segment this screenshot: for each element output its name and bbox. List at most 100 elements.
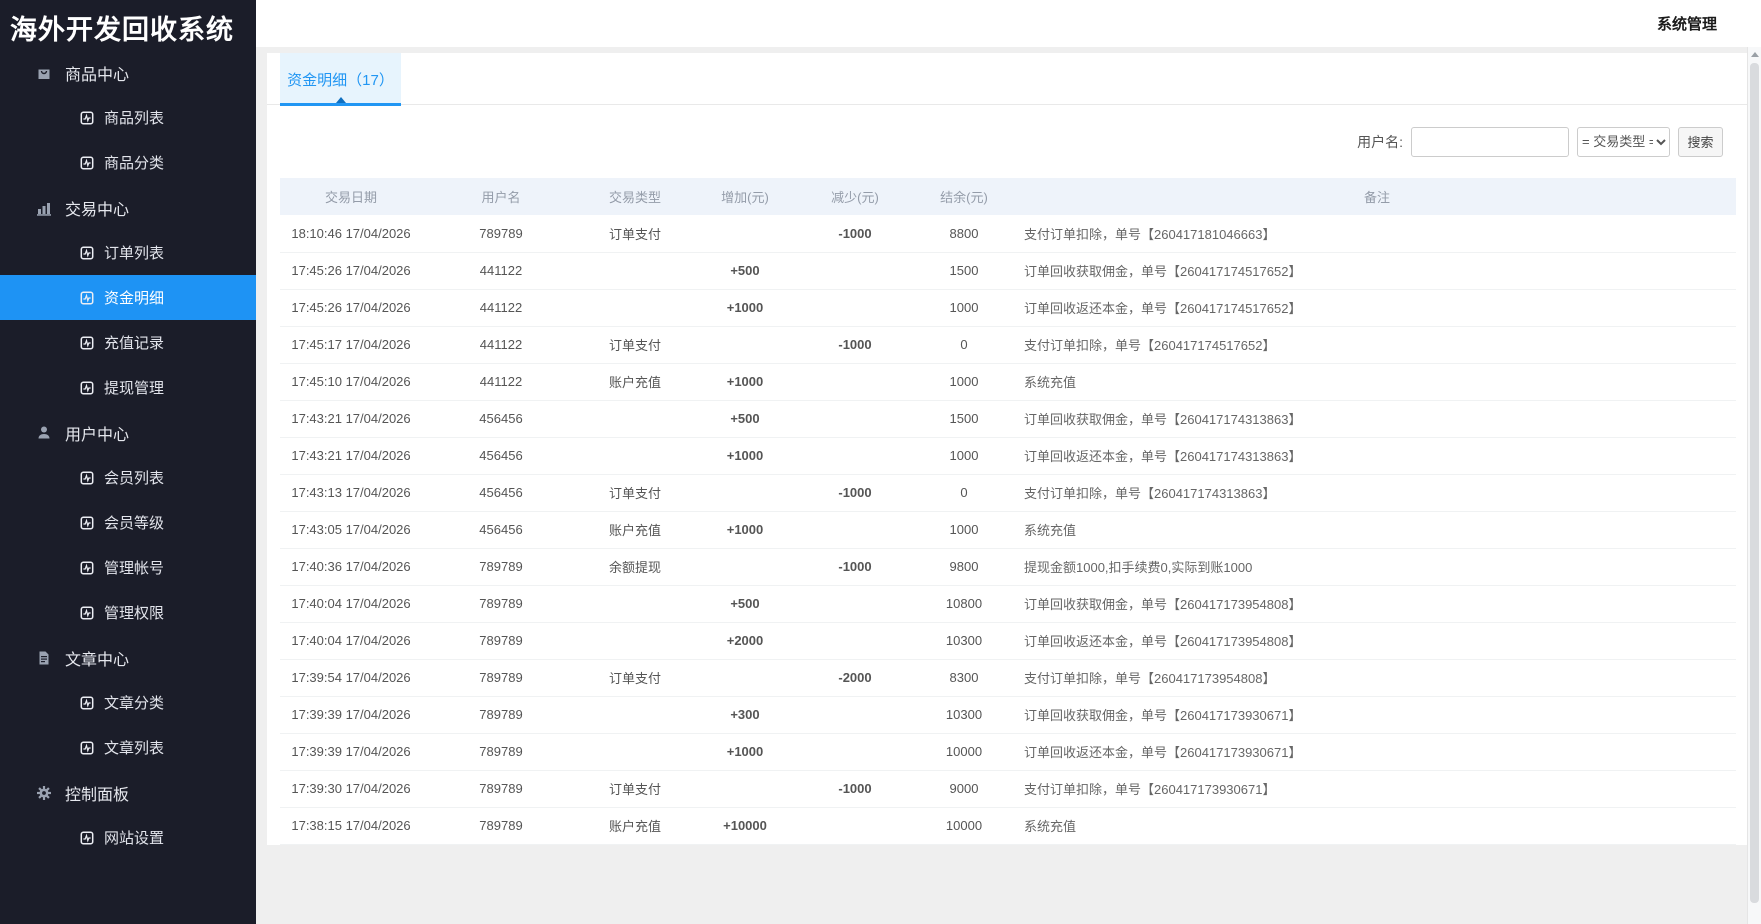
filter-bar: 用户名: = 交易类型 = 搜索 xyxy=(267,105,1747,178)
sidebar-group-1[interactable]: 交易中心 xyxy=(0,185,256,230)
table-row: 17:40:04 17/04/2026789789+200010300订单回收返… xyxy=(280,622,1736,659)
scroll-up-arrow-icon[interactable] xyxy=(1751,52,1759,57)
cell-date: 17:39:54 17/04/2026 xyxy=(280,659,422,696)
sidebar-item-label: 会员等级 xyxy=(104,512,164,533)
cell-type: 账户充值 xyxy=(580,807,690,844)
sidebar-group-4[interactable]: 控制面板 xyxy=(0,770,256,815)
fund-details-panel: 资金明细（17） 用户名: = 交易类型 = 搜索 交易日期 用户名 xyxy=(267,53,1747,845)
sidebar-item-label: 管理权限 xyxy=(104,602,164,623)
cell-decrease: -2000 xyxy=(800,659,910,696)
sidebar-item-1-1[interactable]: 资金明细 xyxy=(0,275,256,320)
vertical-scrollbar[interactable] xyxy=(1747,47,1761,924)
cell-username: 441122 xyxy=(422,363,580,400)
cell-balance: 0 xyxy=(910,474,1018,511)
sidebar-item-0-1[interactable]: 商品分类 xyxy=(0,140,256,185)
cell-decrease xyxy=(800,511,910,548)
cell-remark: 系统充值 xyxy=(1018,511,1736,548)
system-admin-menu[interactable]: 系统管理 xyxy=(1657,13,1717,34)
table-header-row: 交易日期 用户名 交易类型 增加(元) 减少(元) 结余(元) 备注 xyxy=(280,178,1736,215)
cell-balance: 9000 xyxy=(910,770,1018,807)
sidebar-item-1-3[interactable]: 提现管理 xyxy=(0,365,256,410)
sidebar-item-3-0[interactable]: 文章分类 xyxy=(0,680,256,725)
cell-increase: +500 xyxy=(690,252,800,289)
sidebar-item-label: 资金明细 xyxy=(104,287,164,308)
cell-remark: 支付订单扣除，单号【260417181046663】 xyxy=(1018,215,1736,252)
search-button[interactable]: 搜索 xyxy=(1678,127,1723,157)
cell-decrease: -1000 xyxy=(800,215,910,252)
sidebar-group-0[interactable]: 商品中心 xyxy=(0,50,256,95)
sidebar-item-label: 管理帐号 xyxy=(104,557,164,578)
cell-date: 17:43:21 17/04/2026 xyxy=(280,437,422,474)
col-header-remark: 备注 xyxy=(1018,178,1736,215)
tab-label: 资金明细（17） xyxy=(287,69,394,90)
cell-remark: 订单回收返还本金，单号【260417173954808】 xyxy=(1018,622,1736,659)
transaction-type-select[interactable]: = 交易类型 = xyxy=(1577,127,1670,157)
sidebar-item-2-3[interactable]: 管理权限 xyxy=(0,590,256,635)
cell-date: 17:40:04 17/04/2026 xyxy=(280,622,422,659)
sidebar-item-2-0[interactable]: 会员列表 xyxy=(0,455,256,500)
sidebar-item-4-0[interactable]: 网站设置 xyxy=(0,815,256,860)
col-header-balance: 结余(元) xyxy=(910,178,1018,215)
cell-decrease: -1000 xyxy=(800,474,910,511)
sidebar-item-3-1[interactable]: 文章列表 xyxy=(0,725,256,770)
cell-balance: 1000 xyxy=(910,363,1018,400)
cell-increase: +1000 xyxy=(690,733,800,770)
bar-chart-icon xyxy=(36,200,52,216)
cell-balance: 9800 xyxy=(910,548,1018,585)
cell-date: 17:39:39 17/04/2026 xyxy=(280,696,422,733)
cell-date: 18:10:46 17/04/2026 xyxy=(280,215,422,252)
col-header-type: 交易类型 xyxy=(580,178,690,215)
cell-increase: +300 xyxy=(690,696,800,733)
table-row: 17:43:13 17/04/2026456456订单支付-10000支付订单扣… xyxy=(280,474,1736,511)
table-row: 17:45:10 17/04/2026441122账户充值+10001000系统… xyxy=(280,363,1736,400)
sidebar: 海外开发回收系统 商品中心商品列表商品分类交易中心订单列表资金明细充值记录提现管… xyxy=(0,0,256,924)
sidebar-item-0-0[interactable]: 商品列表 xyxy=(0,95,256,140)
cell-increase: +2000 xyxy=(690,622,800,659)
cell-balance: 10000 xyxy=(910,807,1018,844)
cell-username: 789789 xyxy=(422,215,580,252)
table-row: 17:39:39 17/04/2026789789+30010300订单回收获取… xyxy=(280,696,1736,733)
cell-remark: 支付订单扣除，单号【260417174313863】 xyxy=(1018,474,1736,511)
cell-increase xyxy=(690,215,800,252)
cell-date: 17:43:21 17/04/2026 xyxy=(280,400,422,437)
cell-username: 789789 xyxy=(422,733,580,770)
sidebar-group-label: 商品中心 xyxy=(65,61,129,85)
table-row: 18:10:46 17/04/2026789789订单支付-10008800支付… xyxy=(280,215,1736,252)
cell-remark: 订单回收获取佣金，单号【260417174517652】 xyxy=(1018,252,1736,289)
table-row: 17:43:21 17/04/2026456456+5001500订单回收获取佣… xyxy=(280,400,1736,437)
username-input[interactable] xyxy=(1411,127,1569,157)
cell-remark: 系统充值 xyxy=(1018,807,1736,844)
cell-decrease xyxy=(800,252,910,289)
cell-type: 账户充值 xyxy=(580,363,690,400)
sidebar-item-2-2[interactable]: 管理帐号 xyxy=(0,545,256,590)
cell-username: 456456 xyxy=(422,437,580,474)
sidebar-item-label: 充值记录 xyxy=(104,332,164,353)
badge-icon xyxy=(80,516,94,530)
cell-decrease xyxy=(800,696,910,733)
cell-date: 17:40:04 17/04/2026 xyxy=(280,585,422,622)
cell-remark: 支付订单扣除，单号【260417173930671】 xyxy=(1018,770,1736,807)
sidebar-group-label: 交易中心 xyxy=(65,196,129,220)
col-header-date: 交易日期 xyxy=(280,178,422,215)
cell-decrease xyxy=(800,622,910,659)
cell-increase: +500 xyxy=(690,400,800,437)
sidebar-group-2[interactable]: 用户中心 xyxy=(0,410,256,455)
sidebar-item-2-1[interactable]: 会员等级 xyxy=(0,500,256,545)
cell-username: 789789 xyxy=(422,659,580,696)
cell-decrease: -1000 xyxy=(800,770,910,807)
sidebar-group-3[interactable]: 文章中心 xyxy=(0,635,256,680)
sidebar-item-label: 文章列表 xyxy=(104,737,164,758)
badge-icon xyxy=(80,561,94,575)
scrollbar-thumb[interactable] xyxy=(1750,63,1759,903)
sidebar-item-label: 商品列表 xyxy=(104,107,164,128)
badge-icon xyxy=(80,831,94,845)
sidebar-item-1-0[interactable]: 订单列表 xyxy=(0,230,256,275)
cell-type xyxy=(580,252,690,289)
badge-icon xyxy=(80,156,94,170)
sidebar-item-1-2[interactable]: 充值记录 xyxy=(0,320,256,365)
cell-balance: 8800 xyxy=(910,215,1018,252)
tab-active-underline xyxy=(280,103,401,106)
sidebar-item-label: 订单列表 xyxy=(104,242,164,263)
tab-fund-details[interactable]: 资金明细（17） xyxy=(280,53,401,105)
cell-increase xyxy=(690,548,800,585)
